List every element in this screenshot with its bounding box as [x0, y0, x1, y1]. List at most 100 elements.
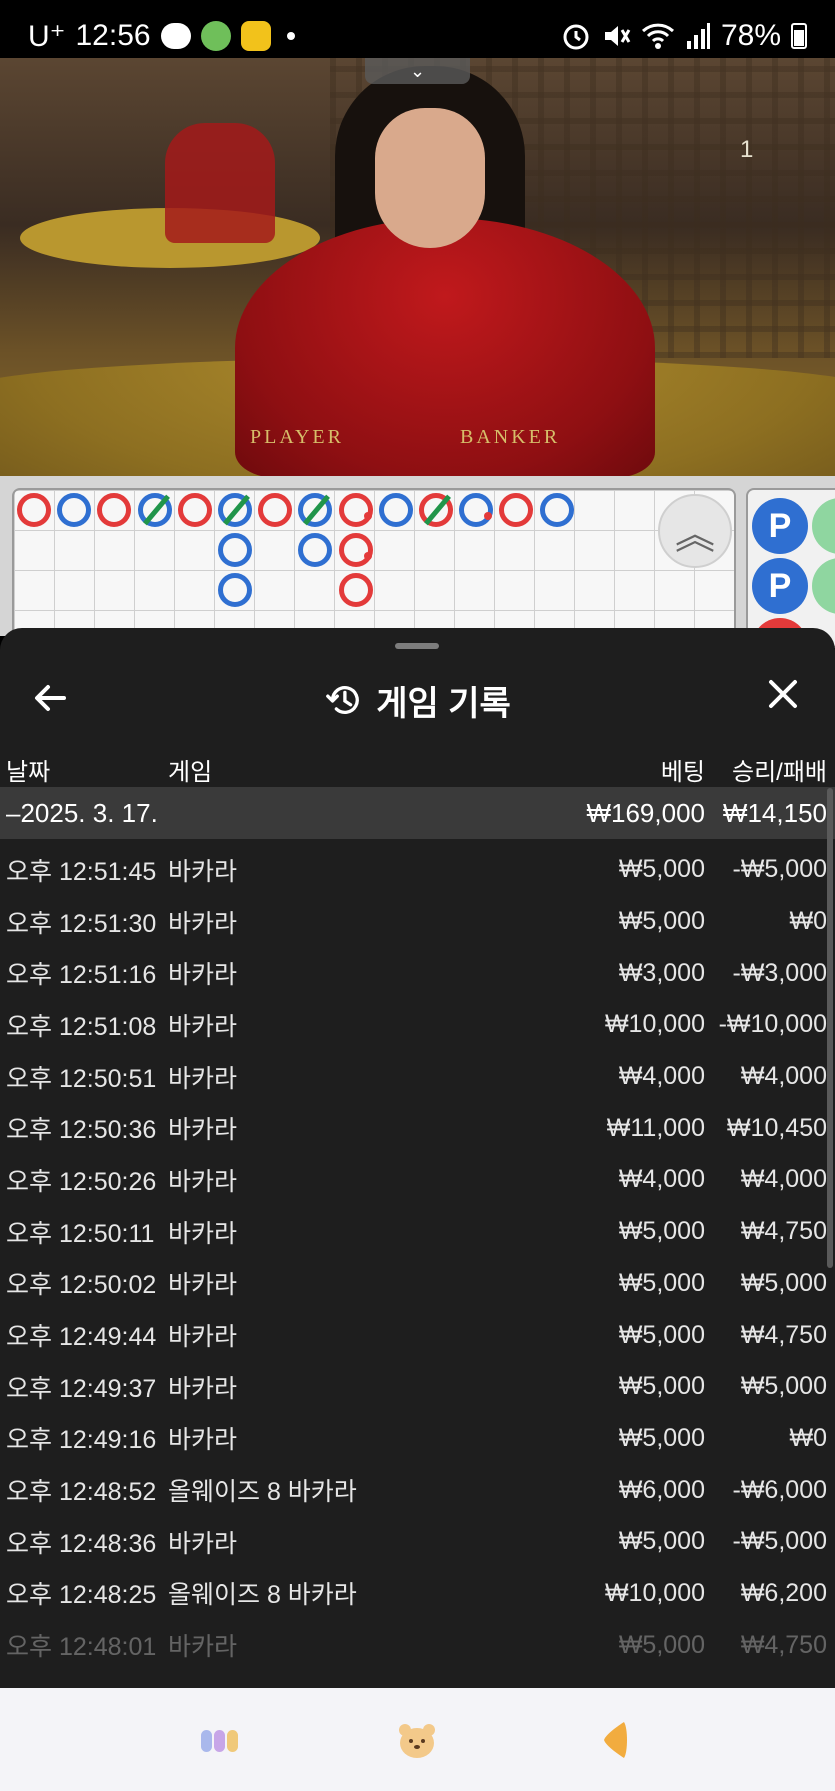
- history-row[interactable]: 오후 12:50:02 바카라 ₩5,000 ₩5,000: [0, 1258, 835, 1310]
- history-row[interactable]: 오후 12:49:37 바카라 ₩5,000 ₩5,000: [0, 1361, 835, 1413]
- player-bead: [218, 533, 252, 567]
- carrier-label: U⁺: [28, 19, 66, 53]
- banker-bead: [419, 493, 453, 527]
- nav-character-button[interactable]: [395, 1718, 439, 1762]
- player-bead: P: [752, 498, 808, 554]
- column-header-date[interactable]: 날짜: [6, 752, 50, 787]
- row-time: 오후 12:49:44: [6, 1323, 157, 1352]
- player-bead: [459, 493, 494, 527]
- row-result: ₩4,000: [740, 1062, 827, 1091]
- history-row[interactable]: 오후 12:51:08 바카라 ₩10,000 -₩10,000: [0, 999, 835, 1051]
- chevron-down-icon: ⌄: [409, 60, 426, 81]
- nav-chips-button[interactable]: [197, 1718, 241, 1762]
- back-button[interactable]: [30, 678, 74, 722]
- row-game: 바카라: [168, 1167, 238, 1196]
- row-time: 오후 12:48:01: [6, 1633, 157, 1662]
- row-result: ₩4,750: [740, 1320, 827, 1349]
- row-time: 오후 12:50:51: [6, 1064, 157, 1093]
- row-time: 오후 12:48:25: [6, 1581, 157, 1610]
- nav-back-button[interactable]: [594, 1718, 638, 1762]
- column-header-win-loss[interactable]: 승리/패배: [732, 752, 827, 787]
- row-time: 오후 12:48:36: [6, 1529, 157, 1558]
- round-counter: 1: [740, 136, 754, 163]
- banker-bead: [338, 533, 373, 567]
- day-summary-win-loss: ₩14,150: [722, 797, 827, 828]
- row-game: 바카라: [168, 1633, 238, 1662]
- app-notification-icon: [200, 21, 231, 51]
- history-row[interactable]: 오후 12:49:44 바카라 ₩5,000 ₩4,750: [0, 1309, 835, 1361]
- history-row[interactable]: 오후 12:48:01 바카라 ₩5,000 ₩4,750: [0, 1619, 835, 1671]
- row-time: 오후 12:51:16: [6, 961, 157, 990]
- row-time: 오후 12:50:02: [6, 1271, 157, 1300]
- tie-slash: [142, 494, 170, 526]
- collapse-video-button[interactable]: ⌄: [365, 58, 470, 84]
- close-button[interactable]: [761, 676, 805, 720]
- row-result: -₩6,000: [732, 1475, 827, 1504]
- scrollbar[interactable]: [827, 788, 833, 1268]
- history-row[interactable]: 오후 12:51:30 바카라 ₩5,000 ₩0: [0, 896, 835, 948]
- player-bead: [57, 493, 92, 527]
- arrow-left-icon: [35, 685, 66, 711]
- row-bet: ₩11,000: [606, 1113, 705, 1142]
- row-bet: ₩5,000: [618, 1372, 705, 1401]
- pair-dot: [363, 512, 372, 520]
- row-game: 바카라: [168, 961, 238, 990]
- expand-roadmap-button[interactable]: ︽: [658, 494, 732, 568]
- row-game: 바카라: [168, 1271, 238, 1300]
- player-bead: [218, 493, 252, 527]
- row-result: ₩10,450: [726, 1113, 827, 1142]
- more-notifications-icon: [286, 32, 295, 40]
- player-bead: P: [752, 558, 808, 614]
- day-summary-row[interactable]: –2025. 3. 17. ₩169,000 ₩14,150: [0, 787, 835, 839]
- row-time: 오후 12:49:37: [6, 1374, 157, 1403]
- pair-dot: [484, 512, 493, 520]
- history-row[interactable]: 오후 12:50:36 바카라 ₩11,000 ₩10,450: [0, 1102, 835, 1154]
- history-row[interactable]: 오후 12:51:16 바카라 ₩3,000 -₩3,000: [0, 947, 835, 999]
- history-row[interactable]: 오후 12:48:52 올웨이즈 8 바카라 ₩6,000 -₩6,000: [0, 1464, 835, 1516]
- history-row[interactable]: 오후 12:48:36 바카라 ₩5,000 -₩5,000: [0, 1516, 835, 1568]
- column-header-bet[interactable]: 베팅: [661, 752, 705, 787]
- row-result: ₩0: [789, 1423, 828, 1452]
- row-result: -₩5,000: [732, 1527, 827, 1556]
- banker-bead: [97, 493, 132, 527]
- row-bet: ₩10,000: [604, 1010, 705, 1039]
- row-bet: ₩3,000: [618, 958, 705, 987]
- history-row[interactable]: 오후 12:50:11 바카라 ₩5,000 ₩4,750: [0, 1206, 835, 1258]
- history-row[interactable]: 오후 12:50:26 바카라 ₩4,000 ₩4,000: [0, 1154, 835, 1206]
- signal-icon: [686, 23, 710, 49]
- tie-bead: [812, 558, 835, 614]
- history-row[interactable]: 오후 12:51:45 바카라 ₩5,000 -₩5,000: [0, 844, 835, 896]
- row-result: ₩6,200: [740, 1578, 827, 1607]
- back-triangle-icon: [603, 1721, 627, 1758]
- dealer-face: [375, 108, 485, 248]
- row-game: 바카라: [168, 1426, 238, 1455]
- double-chevron-up-icon: ︽: [675, 513, 715, 557]
- row-game: 바카라: [168, 1219, 238, 1248]
- clock: 12:56: [75, 19, 151, 52]
- row-time: 오후 12:50:26: [6, 1167, 157, 1196]
- sheet-title: 게임 기록: [376, 684, 511, 723]
- tie-bead: [812, 498, 835, 554]
- sheet-drag-handle[interactable]: [395, 643, 439, 649]
- row-time: 오후 12:51:08: [6, 1012, 157, 1041]
- row-bet: ₩5,000: [618, 1527, 705, 1556]
- row-bet: ₩10,000: [604, 1578, 705, 1607]
- history-row[interactable]: 오후 12:48:25 올웨이즈 8 바카라 ₩10,000 ₩6,200: [0, 1568, 835, 1620]
- live-dealer-video[interactable]: PLAYER BANKER 1 ⌄: [0, 58, 835, 476]
- sheet-header: 게임 기록: [0, 660, 835, 740]
- battery-icon: [791, 23, 807, 49]
- bead-road[interactable]: [12, 488, 736, 638]
- row-result: -₩5,000: [732, 855, 827, 884]
- side-roadmap-panel[interactable]: P P: [746, 488, 835, 648]
- banker-bead: [338, 573, 373, 607]
- history-row[interactable]: 오후 12:50:51 바카라 ₩4,000 ₩4,000: [0, 1051, 835, 1103]
- table-label-player: PLAYER: [250, 426, 344, 448]
- row-game: 올웨이즈 8 바카라: [168, 1581, 357, 1610]
- row-bet: ₩5,000: [618, 907, 705, 936]
- battery-percent: 78%: [720, 19, 781, 52]
- row-bet: ₩5,000: [618, 1268, 705, 1297]
- column-header-game[interactable]: 게임: [168, 752, 212, 787]
- row-time: 오후 12:51:45: [6, 857, 157, 886]
- history-row[interactable]: 오후 12:49:16 바카라 ₩5,000 ₩0: [0, 1413, 835, 1465]
- row-game: 바카라: [168, 857, 238, 886]
